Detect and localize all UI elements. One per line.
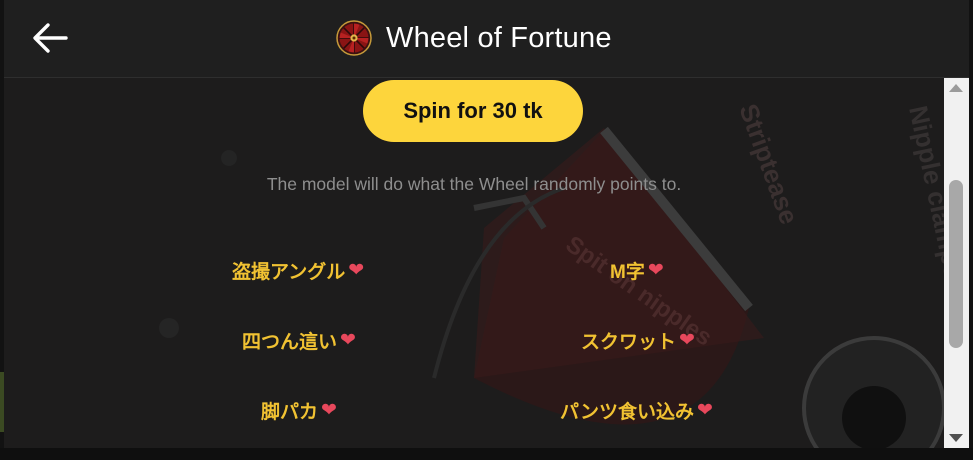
wheel-option: パンツ食い込み ❤ <box>560 397 713 424</box>
vertical-scrollbar[interactable] <box>944 78 969 448</box>
wheel-option: スクワット ❤ <box>581 327 695 354</box>
wheel-option-label: M字 <box>610 262 645 283</box>
scroll-up-icon[interactable] <box>949 84 963 92</box>
wheel-description: The model will do what the Wheel randoml… <box>266 174 682 194</box>
heart-icon: ❤ <box>340 330 356 351</box>
bottom-edge <box>0 448 973 460</box>
wheel-option-label: パンツ食い込み <box>560 402 694 423</box>
wheel-option-label: 脚パカ <box>261 402 319 423</box>
scrollbar-thumb[interactable] <box>949 180 963 348</box>
background-wheel-label-1: Striptease <box>733 100 804 228</box>
arrow-left-icon <box>33 23 68 53</box>
heart-icon: ❤ <box>321 400 337 421</box>
wheel-option: 盗撮アングル ❤ <box>232 257 364 284</box>
back-button[interactable] <box>30 20 70 56</box>
wheel-option: 四つん這い ❤ <box>242 327 356 354</box>
wheel-option-label: 盗撮アングル <box>232 262 346 283</box>
wheel-icon <box>336 20 372 56</box>
wheel-option-label: 四つん這い <box>242 332 338 353</box>
app-frame: Wheel of Fortune Striptease Nipple clamp… <box>0 0 973 460</box>
wheel-option: 脚パカ ❤ <box>261 397 337 424</box>
title-group: Wheel of Fortune <box>336 18 612 58</box>
wheel-content: Striptease Nipple clamps Spit on nipples… <box>4 78 944 448</box>
heart-icon: ❤ <box>696 400 713 421</box>
heart-icon: ❤ <box>679 330 695 351</box>
page-title: Wheel of Fortune <box>386 21 612 54</box>
wheel-option-label: スクワット <box>581 332 677 353</box>
scroll-down-icon[interactable] <box>949 434 963 442</box>
wheel-of-fortune-window: Wheel of Fortune Striptease Nipple clamp… <box>4 0 969 460</box>
wheel-option: M字 ❤ <box>610 257 664 284</box>
header-bar: Wheel of Fortune <box>4 0 969 78</box>
spin-button[interactable]: Spin for 30 tk <box>363 80 583 142</box>
heart-icon: ❤ <box>348 260 365 281</box>
heart-icon: ❤ <box>647 260 664 281</box>
